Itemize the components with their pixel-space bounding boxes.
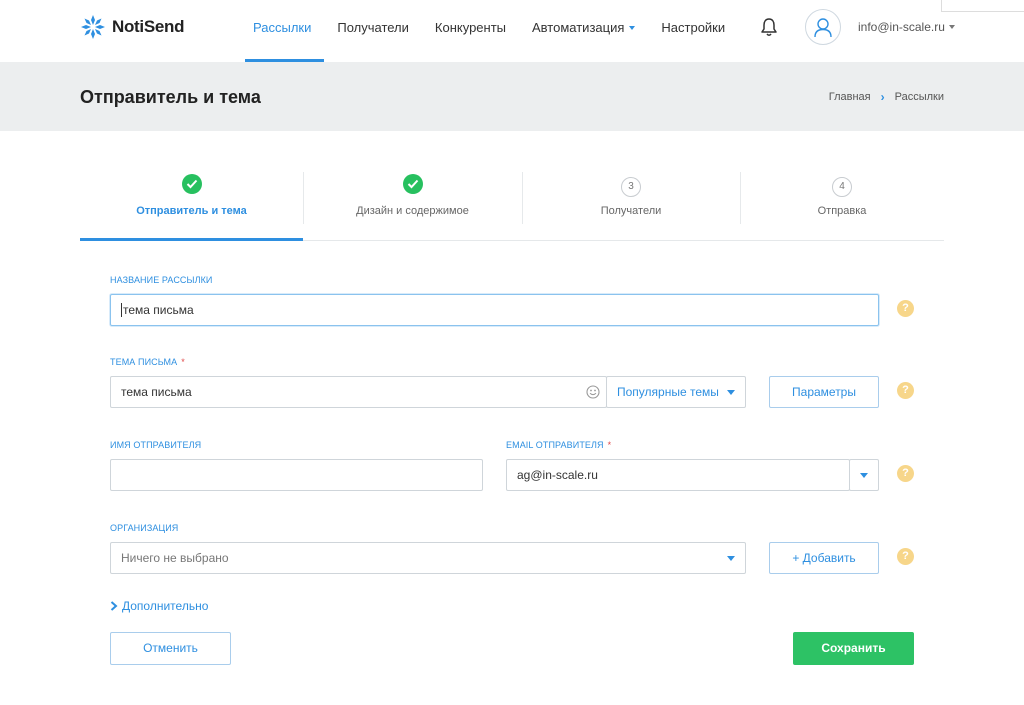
advanced-link-label: Дополнительно <box>122 599 209 613</box>
save-button[interactable]: Сохранить <box>793 632 914 665</box>
nav-item-label: Автоматизация <box>532 20 625 35</box>
emoji-icon[interactable] <box>586 385 600 399</box>
caret-down-icon <box>629 26 636 30</box>
snowflake-logo-icon <box>81 15 105 39</box>
help-icon[interactable]: ? <box>897 465 914 482</box>
check-circle-icon <box>402 174 423 194</box>
parameters-button[interactable]: Параметры <box>769 376 879 408</box>
caret-down-icon <box>727 390 735 395</box>
popular-subjects-dropdown[interactable]: Популярные темы <box>606 376 746 408</box>
step-label: Дизайн и содержимое <box>356 205 469 217</box>
chevron-right-icon: › <box>880 90 885 104</box>
required-marker: * <box>607 440 612 450</box>
campaign-name-value: тема письма <box>123 303 194 317</box>
campaign-name-label: НАЗВАНИЕ РАССЫЛКИ <box>110 275 213 285</box>
campaign-name-input[interactable]: тема письма <box>110 294 879 326</box>
step-sending[interactable]: 4 Отправка <box>740 168 944 240</box>
nav-item-label: Рассылки <box>253 20 312 35</box>
brand-name: NotiSend <box>112 17 185 36</box>
step-label: Отправитель и тема <box>136 205 247 217</box>
sender-email-value: ag@in-scale.ru <box>517 468 598 482</box>
breadcrumb: Главная › Рассылки <box>829 90 944 104</box>
step-sender-subject[interactable]: Отправитель и тема <box>80 168 303 241</box>
page-header: Отправитель и тема Главная › Рассылки <box>0 62 1024 131</box>
sender-email-label-text: EMAIL ОТПРАВИТЕЛЯ <box>506 440 604 450</box>
popular-subjects-label: Популярные темы <box>617 385 719 399</box>
user-icon <box>814 18 832 38</box>
subject-value: тема письма <box>121 385 192 399</box>
nav-item-label: Получатели <box>337 20 409 35</box>
avatar[interactable] <box>805 9 841 45</box>
page-title: Отправитель и тема <box>80 87 261 107</box>
advanced-toggle-link[interactable]: Дополнительно <box>110 599 208 613</box>
organization-label: ОРГАНИЗАЦИЯ <box>110 523 179 533</box>
caret-down-icon <box>860 473 868 478</box>
nav-item-label: Настройки <box>661 20 726 35</box>
sender-email-dropdown-toggle[interactable] <box>849 459 879 491</box>
step-design-content[interactable]: Дизайн и содержимое <box>303 168 522 240</box>
caret-down-icon <box>948 25 955 29</box>
account-menu[interactable]: info@in-scale.ru <box>858 20 955 34</box>
subject-input[interactable]: тема письма <box>110 376 607 408</box>
corner-panel <box>941 0 1024 12</box>
top-navbar: NotiSend Рассылки Получатели Конкуренты … <box>0 0 1024 62</box>
cancel-button[interactable]: Отменить <box>110 632 231 665</box>
nav-item-label: Конкуренты <box>434 20 507 35</box>
required-marker: * <box>181 357 185 367</box>
wizard-steps: Отправитель и тема Дизайн и содержимое 3… <box>80 168 944 241</box>
help-icon[interactable]: ? <box>897 382 914 399</box>
organization-value: Ничего не выбрано <box>121 551 229 565</box>
nav-item-mailings[interactable]: Рассылки <box>240 0 325 62</box>
subject-label: ТЕМА ПИСЬМА * <box>110 357 185 367</box>
help-icon[interactable]: ? <box>897 300 914 317</box>
subject-label-text: ТЕМА ПИСЬМА <box>110 357 178 367</box>
sender-name-input[interactable] <box>110 459 483 491</box>
caret-down-icon <box>727 556 735 561</box>
brand-logo[interactable]: NotiSend <box>80 12 185 42</box>
main-nav: Рассылки Получатели Конкуренты Автоматиз… <box>240 0 738 62</box>
sender-email-input[interactable]: ag@in-scale.ru <box>506 459 850 491</box>
add-organization-button[interactable]: + Добавить <box>769 542 879 574</box>
bell-icon[interactable] <box>760 17 778 37</box>
nav-item-competitors[interactable]: Конкуренты <box>422 0 519 62</box>
step-label: Отправка <box>817 205 867 217</box>
nav-item-settings[interactable]: Настройки <box>648 0 738 62</box>
organization-select[interactable]: Ничего не выбрано <box>110 542 746 574</box>
chevron-right-icon <box>110 601 118 611</box>
breadcrumb-home[interactable]: Главная <box>829 91 871 103</box>
help-icon[interactable]: ? <box>897 548 914 565</box>
nav-item-recipients[interactable]: Получатели <box>324 0 422 62</box>
step-label: Получатели <box>600 205 662 217</box>
text-cursor <box>121 303 122 317</box>
account-email: info@in-scale.ru <box>858 20 945 34</box>
breadcrumb-mailings[interactable]: Рассылки <box>895 91 944 103</box>
step-number: 4 <box>832 177 852 197</box>
step-number: 3 <box>621 177 641 197</box>
sender-name-label: ИМЯ ОТПРАВИТЕЛЯ <box>110 440 202 450</box>
sender-email-label: EMAIL ОТПРАВИТЕЛЯ * <box>506 440 611 450</box>
check-circle-icon <box>181 174 202 194</box>
step-recipients[interactable]: 3 Получатели <box>522 168 740 240</box>
nav-item-automation[interactable]: Автоматизация <box>519 0 648 62</box>
